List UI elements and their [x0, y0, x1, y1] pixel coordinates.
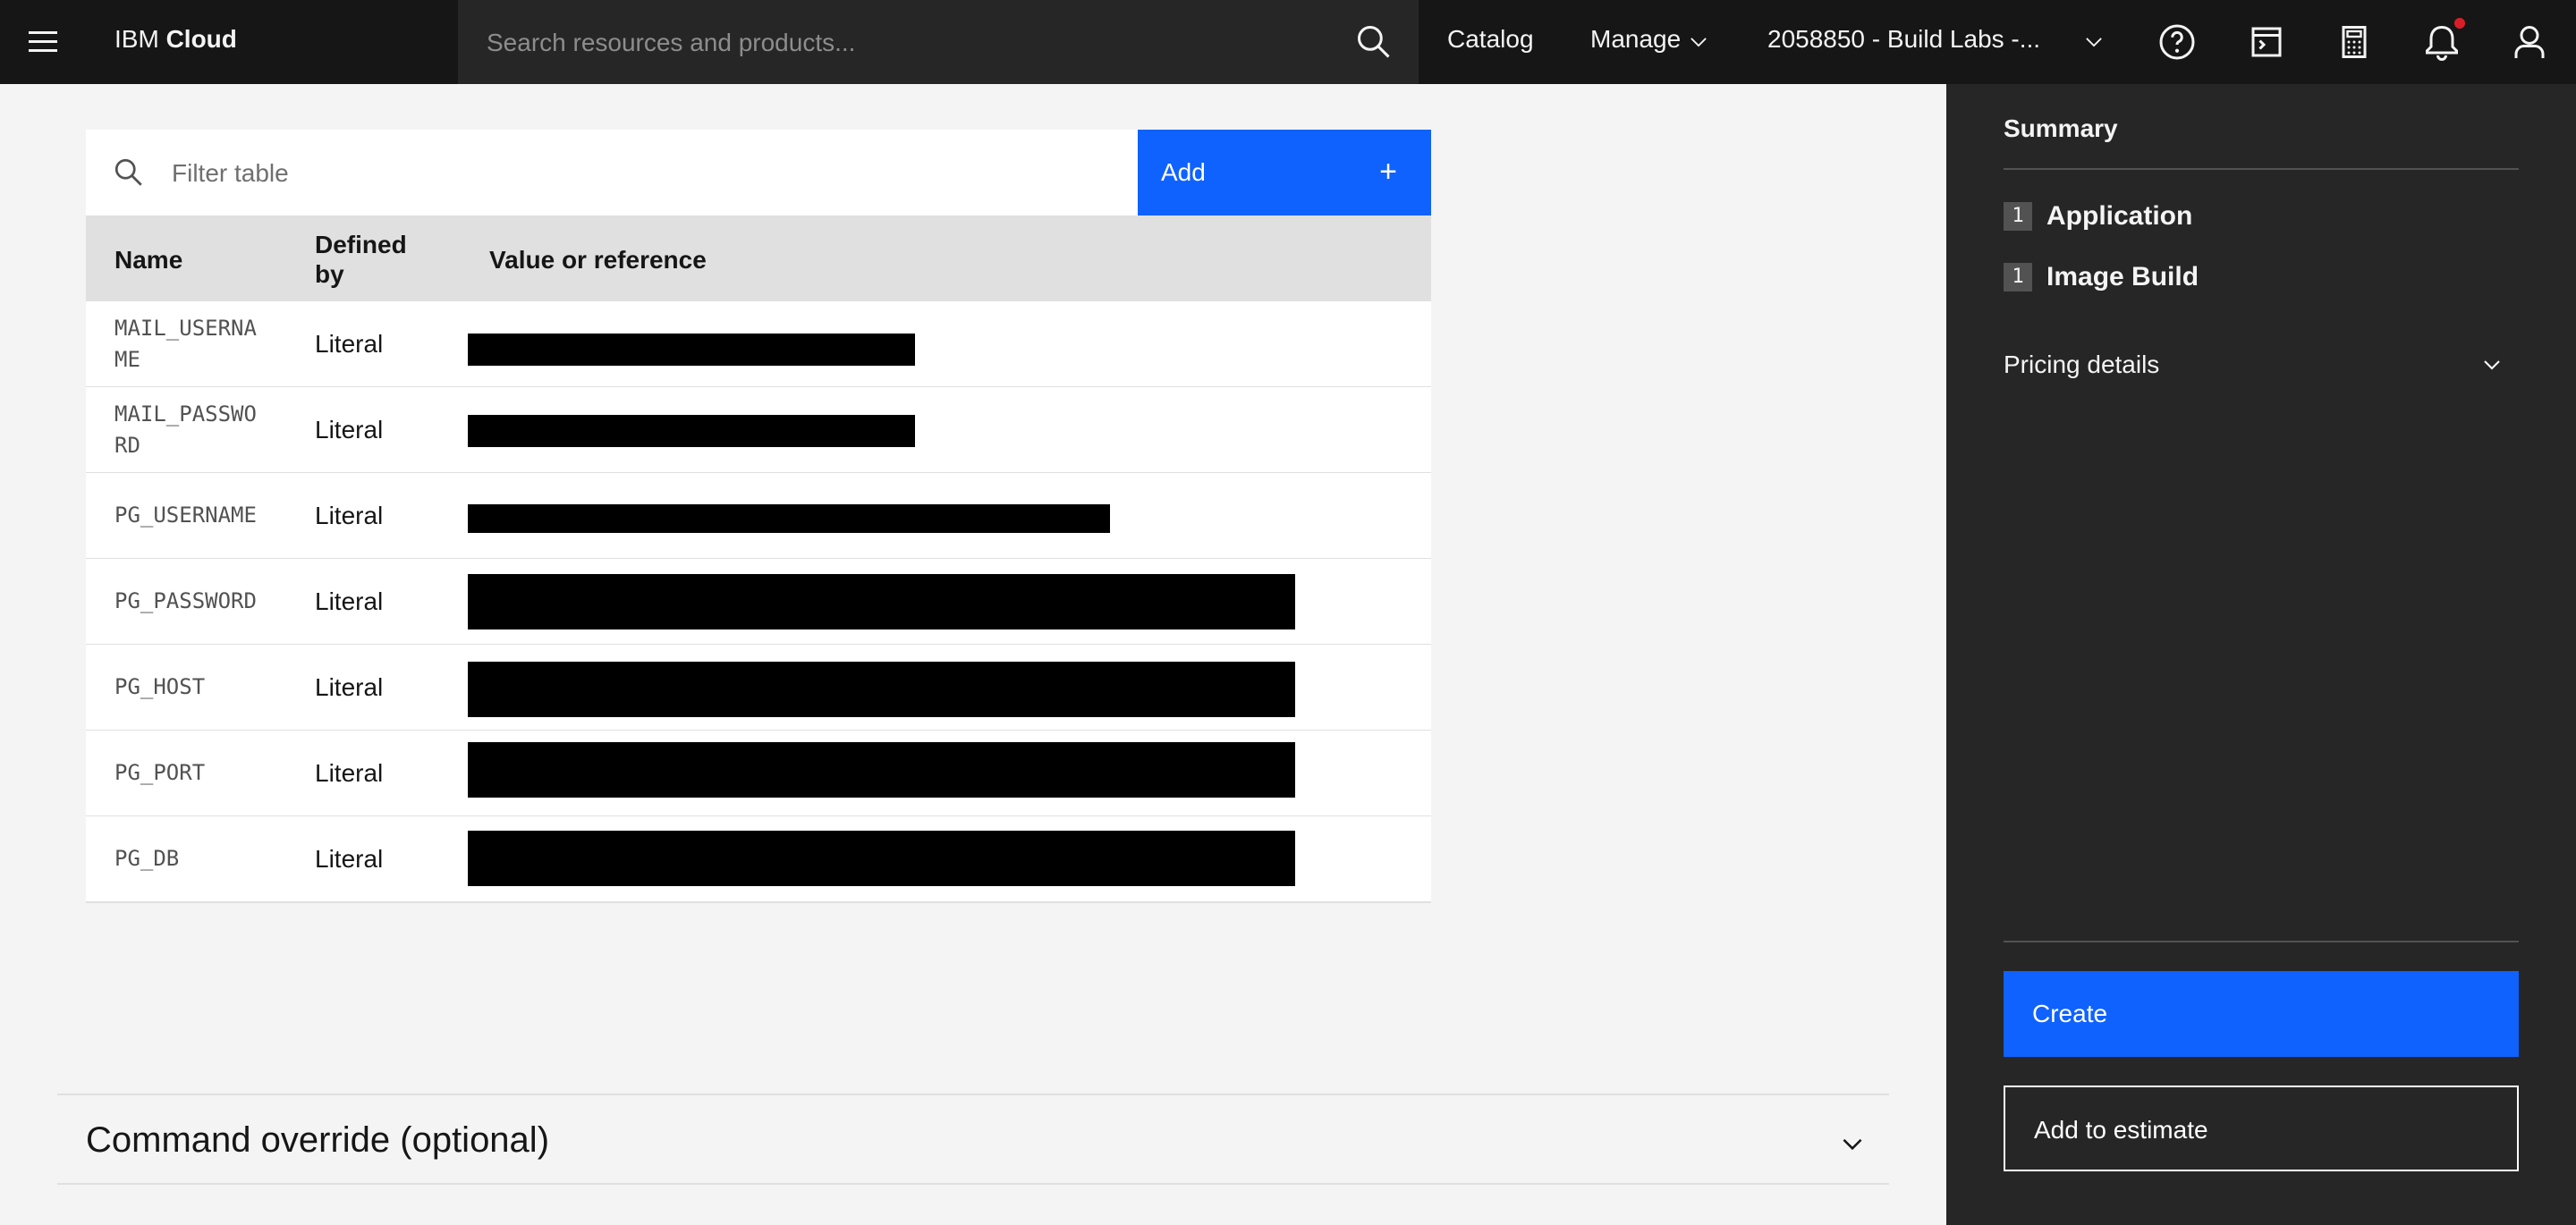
redacted-value — [468, 415, 915, 447]
help-icon[interactable] — [2156, 21, 2199, 63]
add-button[interactable]: Add + — [1138, 130, 1431, 215]
search-icon[interactable] — [1354, 22, 1394, 62]
table-row[interactable]: PG_DB Literal — [86, 816, 1431, 903]
chevron-down-icon[interactable] — [1837, 1128, 1868, 1159]
catalog-link[interactable]: Catalog — [1447, 25, 1534, 54]
redacted-value — [468, 504, 1110, 533]
notification-badge — [2454, 18, 2465, 29]
defined-by: Literal — [315, 673, 384, 701]
column-header-defined-by[interactable]: Defined by — [315, 230, 431, 289]
divider — [57, 1094, 1889, 1095]
top-header: IBM Cloud Catalog Manage 2058850 - Build… — [0, 0, 2576, 84]
table-row[interactable]: PG_PORT Literal — [86, 731, 1431, 817]
column-header-value[interactable]: Value or reference — [489, 245, 707, 275]
brand-logo[interactable]: IBM Cloud — [114, 25, 237, 54]
table-row[interactable]: MAIL_PASSWORD Literal — [86, 387, 1431, 474]
variable-name: PG_DB — [114, 846, 180, 871]
redacted-value — [468, 334, 915, 366]
summary-title: Summary — [2004, 114, 2118, 142]
search-input[interactable] — [485, 20, 1347, 66]
count-badge: 1 — [2004, 202, 2032, 231]
defined-by: Literal — [315, 759, 384, 787]
column-header-name[interactable]: Name — [114, 245, 182, 275]
variable-name: PG_USERNAME — [114, 503, 257, 528]
chevron-down-icon[interactable] — [2082, 30, 2106, 54]
variable-name: MAIL_PASSWORD — [114, 401, 257, 458]
terminal-icon[interactable] — [2245, 21, 2288, 63]
variable-name: PG_PASSWORD — [114, 588, 257, 613]
defined-by: Literal — [315, 587, 384, 615]
defined-by: Literal — [315, 330, 384, 358]
create-button[interactable]: Create — [2004, 971, 2519, 1057]
command-override-accordion[interactable]: Command override (optional) — [86, 1120, 549, 1161]
add-button-label: Add — [1161, 158, 1206, 186]
manage-menu[interactable]: Manage — [1590, 25, 1681, 54]
redacted-value — [468, 574, 1295, 629]
add-to-estimate-button[interactable]: Add to estimate — [2004, 1086, 2519, 1171]
account-switcher[interactable]: 2058850 - Build Labs -... — [1767, 25, 2063, 54]
divider — [2004, 168, 2519, 170]
table-row[interactable]: MAIL_USERNAME Literal — [86, 301, 1431, 388]
table-row[interactable]: PG_PASSWORD Literal — [86, 559, 1431, 646]
add-to-estimate-label: Add to estimate — [2034, 1116, 2208, 1144]
global-search — [458, 0, 1419, 84]
summary-item-label: Image Build — [2046, 262, 2199, 291]
search-icon — [114, 158, 142, 186]
defined-by: Literal — [315, 502, 384, 529]
variable-name: MAIL_USERNAME — [114, 315, 257, 372]
divider — [2004, 941, 2519, 942]
table-header: Name Defined by Value or reference — [86, 215, 1431, 301]
defined-by: Literal — [315, 845, 384, 873]
redacted-value — [468, 662, 1295, 717]
add-icon: + — [1379, 155, 1397, 189]
filter-table-input[interactable] — [170, 149, 1122, 198]
table-row[interactable]: PG_USERNAME Literal — [86, 473, 1431, 560]
divider — [57, 1183, 1889, 1185]
chevron-down-icon[interactable] — [2478, 351, 2506, 379]
user-icon[interactable] — [2508, 21, 2551, 63]
manage-label: Manage — [1590, 25, 1682, 53]
redacted-value — [468, 831, 1295, 886]
pricing-details-toggle[interactable]: Pricing details — [2004, 351, 2159, 379]
defined-by: Literal — [315, 416, 384, 444]
create-button-label: Create — [2032, 1000, 2108, 1027]
calculator-icon[interactable] — [2333, 21, 2376, 63]
table-row[interactable]: PG_HOST Literal — [86, 645, 1431, 731]
variable-name: PG_HOST — [114, 674, 206, 699]
menu-icon[interactable] — [20, 22, 68, 62]
count-badge: 1 — [2004, 263, 2032, 291]
chevron-down-icon[interactable] — [1687, 30, 1710, 54]
brand-prefix: IBM — [114, 25, 159, 53]
brand-name: Cloud — [165, 25, 237, 53]
variable-name: PG_PORT — [114, 760, 206, 785]
summary-panel: Summary 1 Application 1 Image Build Pric… — [1946, 84, 2576, 1225]
redacted-value — [468, 742, 1295, 798]
summary-item-label: Application — [2046, 201, 2193, 231]
